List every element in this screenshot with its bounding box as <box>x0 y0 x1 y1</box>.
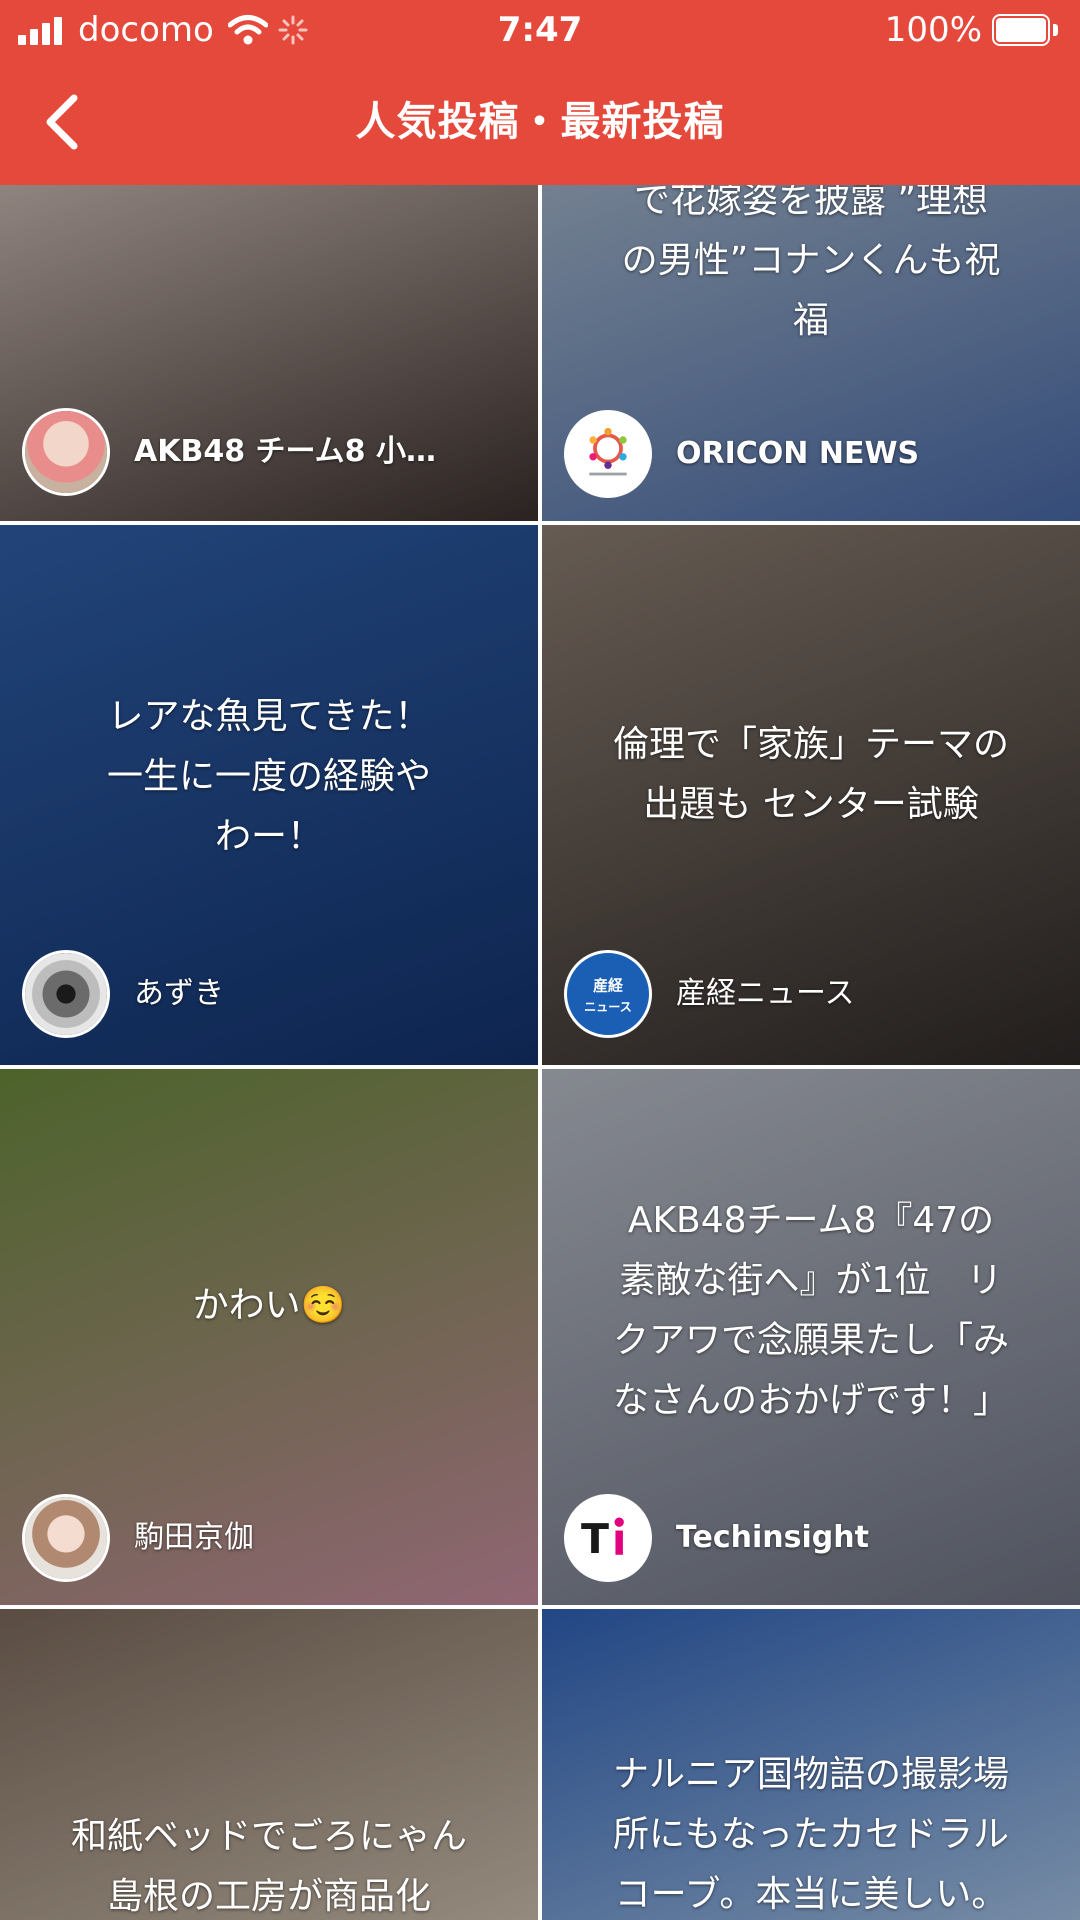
post-card[interactable]: かわい☺️ 駒田京伽 <box>0 1069 538 1605</box>
page-title: 人気投稿・最新投稿 <box>355 99 725 145</box>
author-name: あずき <box>134 976 224 1011</box>
app-header: docomo 7:47 100% 人気投稿・最新投稿 <box>0 0 1080 185</box>
status-right: 100% <box>885 8 1058 52</box>
member-photo-avatar <box>22 1494 110 1582</box>
post-author: あずき <box>22 947 224 1041</box>
post-author: 産経 ニュース 産経ニュース <box>564 947 855 1041</box>
author-name: AKB48 チーム8 小… <box>134 434 436 469</box>
post-caption: 和紙ベッドでごろにゃん 島根の工房が商品化 <box>70 1816 467 1917</box>
battery-icon <box>992 14 1058 46</box>
post-caption: かわい☺️ <box>192 1285 346 1326</box>
member-photo-avatar <box>22 408 110 496</box>
post-card[interactable]: で花嫁姿を披露 ”理想 の男性”コナンくんも祝 福 ORICON NEWS <box>542 185 1080 521</box>
post-author: T Techinsight <box>564 1491 869 1585</box>
post-card[interactable]: 倫理で「家族」テーマの 出題も センター試験 産経 ニュース 産経ニュース <box>542 525 1080 1065</box>
post-caption: で花嫁姿を披露 ”理想 の男性”コナンくんも祝 福 <box>621 185 1001 341</box>
post-card[interactable]: AKB48チーム8『47の 素敵な街へ』が1位 リ クアワで念願果たし「み なさ… <box>542 1069 1080 1605</box>
sankei-news-logo: 産経 ニュース <box>564 950 652 1038</box>
post-card[interactable]: AKB48 チーム8 小… <box>0 185 538 521</box>
navigation-bar: 人気投稿・最新投稿 <box>0 60 1080 185</box>
post-caption: レアな魚見てきた！ 一生に一度の経験や わー！ <box>106 696 431 857</box>
author-name: Techinsight <box>676 1520 869 1555</box>
speaker-photo-avatar <box>22 950 110 1038</box>
post-caption: AKB48チーム8『47の 素敵な街へ』が1位 リ クアワで念願果たし「み なさ… <box>612 1200 1009 1421</box>
post-author: AKB48 チーム8 小… <box>22 405 436 499</box>
battery-percentage: 100% <box>884 10 982 50</box>
post-caption: ナルニア国物語の撮影場 所にもなったカセドラル コーブ。本当に美しい。 <box>612 1754 1009 1915</box>
svg-text:産経: 産経 <box>593 976 624 994</box>
post-card[interactable]: レアな魚見てきた！ 一生に一度の経験や わー！ あずき <box>0 525 538 1065</box>
post-card[interactable]: ナルニア国物語の撮影場 所にもなったカセドラル コーブ。本当に美しい。 <box>542 1609 1080 1920</box>
post-author: 駒田京伽 <box>22 1491 254 1585</box>
svg-text:T: T <box>581 1515 609 1563</box>
status-bar: docomo 7:47 100% <box>0 0 1080 60</box>
oricon-news-logo <box>564 410 652 498</box>
author-name: ORICON NEWS <box>676 436 920 471</box>
svg-text:ニュース: ニュース <box>584 1000 632 1014</box>
post-author: ORICON NEWS <box>564 407 919 501</box>
post-card[interactable]: 和紙ベッドでごろにゃん 島根の工房が商品化 <box>0 1609 538 1920</box>
author-name: 駒田京伽 <box>134 1520 254 1555</box>
post-caption: 倫理で「家族」テーマの 出題も センター試験 <box>612 724 1009 825</box>
author-name: 産経ニュース <box>676 976 855 1011</box>
post-feed[interactable]: AKB48 チーム8 小… で花嫁姿を披露 ”理想 の男性”コナンくんも祝 福 <box>0 185 1080 1920</box>
techinsight-logo: T <box>564 1494 652 1582</box>
